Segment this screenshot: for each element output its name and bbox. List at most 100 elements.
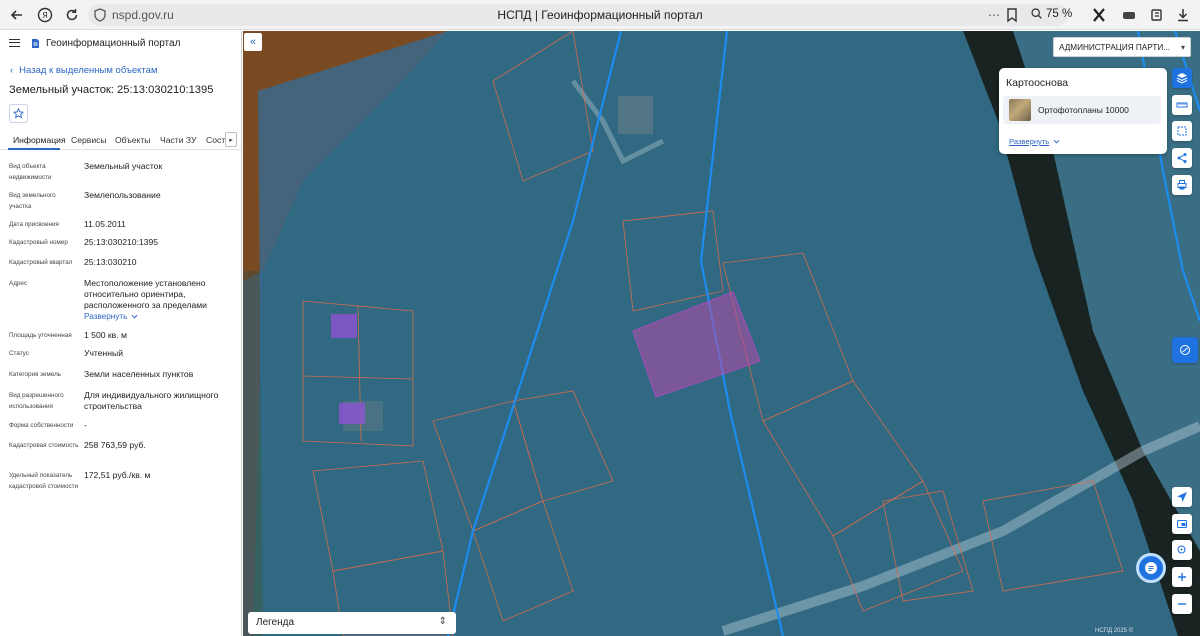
favorite-button[interactable]: [9, 104, 28, 123]
chat-assistant-button[interactable]: [1136, 553, 1166, 583]
tour-guide-button[interactable]: [1172, 337, 1198, 363]
field-value: Земли населенных пунктов: [84, 369, 194, 379]
zoom-icon: [1031, 8, 1042, 19]
tabs-icon[interactable]: [1119, 5, 1139, 25]
ruler-tool-button[interactable]: [1172, 95, 1192, 115]
layers-icon: [1176, 73, 1188, 84]
chevron-down-icon: [131, 314, 138, 319]
object-info-panel: Геоинформационный портал ‹ Назад к выделе…: [0, 31, 242, 636]
up-down-chevron-icon: ⇕: [438, 616, 447, 627]
basemap-title: Картооснова: [1006, 77, 1069, 89]
share-tool-button[interactable]: [1172, 148, 1192, 168]
legend-label: Легенда: [256, 617, 295, 628]
zoom-in-button[interactable]: [1172, 567, 1192, 587]
shield-icon[interactable]: [90, 5, 110, 25]
share-icon: [1177, 153, 1187, 163]
field-value: 25:13:030210: [84, 257, 137, 267]
basemap-expand-link[interactable]: Развернуть: [1009, 137, 1060, 146]
map-copyright: НСПД 2025 ©: [1095, 628, 1134, 634]
field-label: Статус: [9, 350, 29, 357]
field-value: 25:13:030210:1395: [84, 237, 159, 247]
field-value: -: [84, 420, 87, 430]
search-location-icon: [1177, 545, 1186, 554]
portal-name[interactable]: Геоинформационный портал: [46, 38, 180, 49]
search-location-tool-button[interactable]: [1172, 540, 1192, 560]
legend-dropdown[interactable]: Легенда ⇕: [248, 612, 456, 634]
active-tab-indicator: [8, 148, 60, 150]
geolocation-tool-button[interactable]: [1172, 487, 1192, 507]
chevron-down-icon: [1053, 139, 1060, 144]
expand-label: Развернуть: [84, 312, 128, 321]
field-value: Землепользование: [84, 190, 161, 200]
field-label: Площадь уточненная: [9, 332, 72, 339]
yandex-icon[interactable]: Я: [35, 5, 55, 25]
field-label: Адрес: [9, 280, 28, 287]
streetview-icon: [1177, 520, 1187, 528]
field-value: Земельный участок: [84, 161, 163, 171]
ruler-icon: [1176, 102, 1188, 108]
field-value: Учтенный: [84, 348, 124, 358]
field-label: Дата присвоения: [9, 221, 59, 228]
basemap-panel: Картооснова Ортофотопланы 10000 Разверну…: [999, 68, 1167, 154]
zoom-out-button[interactable]: [1172, 594, 1192, 614]
area-select-tool-button[interactable]: [1172, 121, 1192, 141]
area-select-icon: [1177, 126, 1187, 136]
tab-parcel-parts[interactable]: Части ЗУ: [160, 135, 196, 145]
field-value: 258 763,59 руб.: [84, 440, 146, 450]
expand-address-link[interactable]: Развернуть: [84, 312, 138, 321]
print-icon: [1177, 180, 1187, 190]
basemap-expand-label: Развернуть: [1009, 137, 1050, 146]
field-label: Кадастровая стоимость: [9, 442, 79, 449]
field-value: 172,51 руб./кв. м: [84, 470, 151, 480]
svg-text:Я: Я: [42, 11, 48, 20]
navigation-arrow-icon: [1177, 492, 1187, 502]
field-label: Вид земельного участка: [9, 192, 56, 210]
extension-icon[interactable]: [1089, 5, 1109, 25]
basemap-option[interactable]: Ортофотопланы 10000: [1003, 96, 1161, 124]
field-value: 1 500 кв. м: [84, 330, 127, 340]
star-icon: [13, 108, 24, 119]
field-label: Категория земель: [9, 371, 62, 378]
menu-icon[interactable]: [9, 39, 20, 47]
browser-toolbar: Я nspd.gov.ru НСПД | Геоинформационный п…: [0, 0, 1200, 30]
tab-services[interactable]: Сервисы: [71, 135, 107, 145]
print-tool-button[interactable]: [1172, 175, 1192, 195]
layers-tool-button[interactable]: [1172, 68, 1192, 88]
orthophoto-thumbnail: [1009, 99, 1031, 121]
url-text[interactable]: nspd.gov.ru: [112, 8, 174, 22]
back-link-label: Назад к выделенным объектам: [19, 65, 158, 76]
panel-header: Геоинформационный портал: [0, 31, 241, 55]
field-label: Вид объекта недвижимости: [9, 163, 52, 181]
administration-select-value: АДМИНИСТРАЦИЯ ПАРТИ...: [1059, 43, 1171, 52]
back-arrow-icon[interactable]: [7, 5, 27, 25]
more-icon[interactable]: ⋯: [984, 5, 1004, 25]
bookmark-icon[interactable]: [1002, 5, 1022, 25]
parcel-title: Земельный участок: 25:13:030210:1395: [9, 84, 214, 96]
tab-information[interactable]: Информация: [13, 135, 66, 145]
chevron-left-icon: ‹: [10, 65, 14, 76]
reload-icon[interactable]: [62, 5, 82, 25]
zoom-level: 75 %: [1046, 7, 1073, 20]
field-label: Удельный показатель кадастровой стоимост…: [9, 472, 79, 490]
zoom-indicator[interactable]: 75 %: [1030, 7, 1072, 20]
field-value-address: Местоположение установлено относительно …: [84, 278, 207, 310]
info-tabs: Информация Сервисы Объекты Части ЗУ Сост…: [0, 131, 241, 150]
tab-objects[interactable]: Объекты: [115, 135, 150, 145]
administration-select[interactable]: АДМИНИСТРАЦИЯ ПАРТИ... ▾: [1053, 37, 1191, 57]
field-label: Кадастровый квартал: [9, 259, 73, 266]
guide-icon: [1180, 345, 1190, 355]
back-to-selected-link[interactable]: ‹ Назад к выделенным объектам: [10, 65, 157, 76]
field-value: 11.05.2011: [84, 219, 126, 229]
download-icon[interactable]: [1173, 5, 1193, 25]
chat-icon: [1145, 562, 1157, 574]
field-label: Вид разрешенного использования: [9, 392, 64, 410]
double-chevron-left-icon: «: [249, 36, 257, 48]
collapse-panel-button[interactable]: «: [244, 33, 262, 51]
field-value: Для индивидуального жилищного строительс…: [84, 390, 219, 411]
chevron-down-icon: ▾: [1180, 43, 1185, 52]
streetview-tool-button[interactable]: [1172, 514, 1192, 534]
collections-icon[interactable]: [1147, 5, 1167, 25]
field-label: Форма собственности: [9, 422, 74, 429]
plus-icon: [1178, 573, 1186, 581]
tabs-scroll-right-button[interactable]: ▸: [225, 132, 237, 147]
